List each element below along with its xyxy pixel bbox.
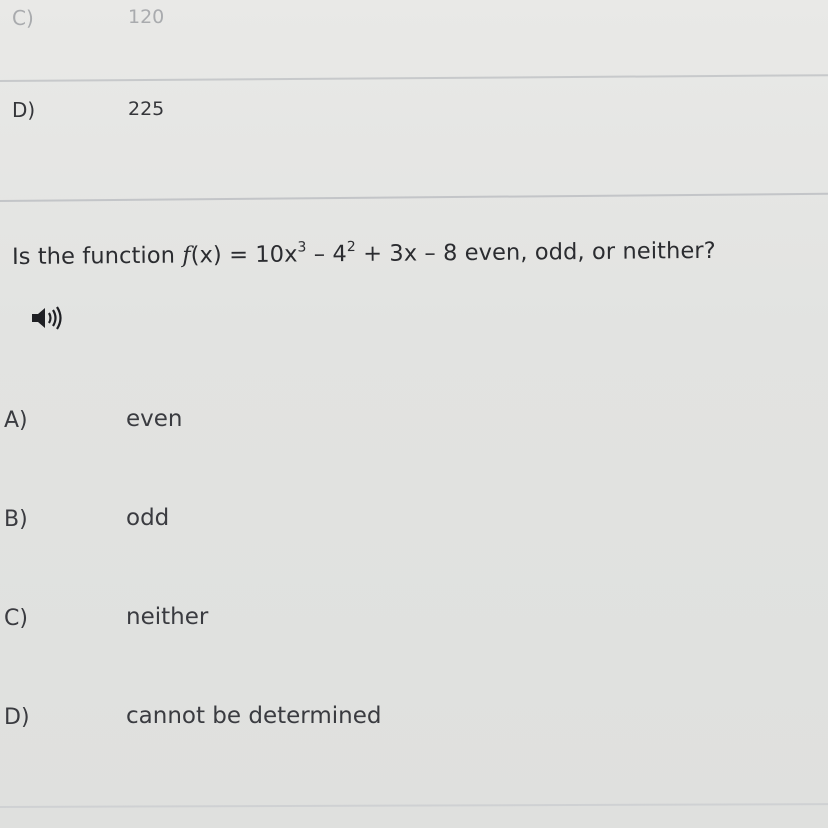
choice-text: 225 <box>128 98 165 120</box>
choice-b[interactable]: B) odd <box>0 495 828 594</box>
expression-end: + 3x – 8 even, odd, or neither? <box>355 237 716 267</box>
choice-text: neither <box>126 604 209 630</box>
choice-letter: D) <box>4 705 30 730</box>
function-name: f <box>182 242 191 269</box>
previous-question-block: C) 120 D) 225 <box>0 0 828 200</box>
choice-letter: B) <box>4 507 28 532</box>
screen: C) 120 D) 225 Is the function f(x) = 10x… <box>0 0 828 828</box>
question-prefix: Is the function <box>11 242 183 270</box>
choice-letter: D) <box>12 98 36 122</box>
choice-d[interactable]: D) cannot be determined <box>0 693 828 792</box>
choice-a[interactable]: A) even <box>0 396 828 495</box>
expression-start: (x) = 10x <box>190 241 298 269</box>
exponent: 2 <box>346 238 356 256</box>
choice-c[interactable]: C) neither <box>0 594 828 693</box>
choice-text: even <box>126 406 183 432</box>
choice-text: cannot be determined <box>126 703 382 729</box>
choice-text: 120 <box>128 6 165 28</box>
choice-text: odd <box>126 505 170 531</box>
speaker-icon <box>32 306 62 330</box>
choice-letter: C) <box>12 6 34 30</box>
exponent: 3 <box>297 239 307 256</box>
divider <box>0 803 828 808</box>
question-text: Is the function f(x) = 10x3 – 42 + 3x – … <box>12 236 716 270</box>
expression-mid: – 4 <box>306 241 347 268</box>
audio-button[interactable] <box>30 302 66 334</box>
choice-letter: C) <box>4 606 28 631</box>
answer-choices: A) even B) odd C) neither D) cannot be d… <box>0 396 828 792</box>
choice-letter: A) <box>4 408 28 433</box>
